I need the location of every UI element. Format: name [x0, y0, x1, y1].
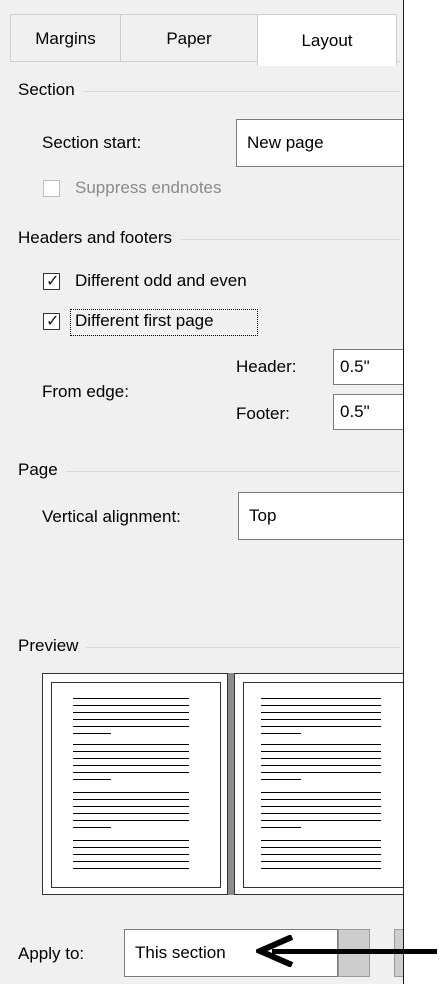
preview-line	[261, 847, 381, 848]
preview-line	[261, 772, 381, 773]
vertical-alignment-value: Top	[249, 506, 277, 525]
preview-line	[261, 813, 381, 814]
section-group-heading: Section	[18, 80, 400, 100]
preview-page-right	[234, 673, 403, 895]
page-divider	[65, 470, 400, 472]
headers-footers-heading: Headers and footers	[18, 228, 173, 247]
preview-line	[73, 719, 189, 720]
checkmark-icon: ✓	[46, 313, 60, 330]
footer-distance-value: 0.5"	[340, 402, 370, 421]
section-start-label: Section start:	[42, 133, 142, 152]
preview-line	[261, 758, 381, 759]
tab-margins[interactable]: Margins	[10, 14, 120, 62]
tab-layout[interactable]: Layout	[257, 14, 397, 66]
header-distance-value: 0.5"	[340, 357, 370, 376]
section-divider	[82, 90, 400, 92]
preview-line	[73, 751, 189, 752]
headers-footers-group-heading: Headers and footers	[18, 228, 400, 248]
preview-divider	[86, 646, 400, 648]
preview-line	[73, 840, 189, 841]
suppress-endnotes-label: Suppress endnotes	[75, 178, 222, 197]
preview-line	[261, 698, 381, 699]
preview-line	[261, 820, 381, 821]
preview-line	[261, 827, 301, 828]
preview-line	[261, 751, 381, 752]
footer-label: Footer:	[236, 404, 290, 423]
different-odd-even-label: Different odd and even	[75, 271, 247, 290]
preview-line	[73, 854, 189, 855]
different-first-page-checkbox[interactable]: ✓	[43, 313, 60, 330]
preview-line	[73, 792, 189, 793]
preview-line	[261, 733, 301, 734]
page-setup-dialog: Margins Paper Layout Section Section sta…	[0, 0, 404, 984]
annotation-arrow-head-icon	[256, 935, 294, 967]
vertical-alignment-select[interactable]: Top	[238, 492, 403, 540]
tab-margins-label: Margins	[35, 28, 96, 48]
suppress-endnotes-checkbox[interactable]	[43, 180, 60, 197]
page-heading: Page	[18, 460, 58, 479]
annotation-arrow-shaft	[272, 949, 437, 954]
headers-footers-divider	[180, 238, 400, 240]
preview-line	[73, 813, 189, 814]
preview-line	[261, 726, 381, 727]
preview-line	[261, 799, 381, 800]
preview-line	[261, 765, 381, 766]
header-label: Header:	[236, 357, 297, 376]
preview-heading: Preview	[18, 636, 79, 655]
apply-to-value: This section	[135, 943, 226, 962]
preview-line	[73, 868, 189, 869]
preview-line	[261, 854, 381, 855]
preview-line	[261, 861, 381, 862]
preview-line	[261, 840, 381, 841]
checkmark-icon: ✓	[46, 273, 60, 290]
preview-line	[73, 733, 111, 734]
header-distance-input[interactable]: 0.5"	[333, 349, 403, 385]
preview-page-left	[42, 673, 228, 895]
vertical-alignment-label: Vertical alignment:	[42, 507, 181, 526]
preview-line	[261, 705, 381, 706]
section-heading: Section	[18, 80, 75, 99]
preview-line	[73, 820, 189, 821]
apply-to-label: Apply to:	[18, 944, 85, 963]
preview-line	[261, 712, 381, 713]
section-start-select[interactable]: New page	[236, 119, 403, 167]
preview-line	[261, 719, 381, 720]
different-odd-even-checkbox[interactable]: ✓	[43, 273, 60, 290]
tab-paper[interactable]: Paper	[120, 14, 257, 62]
preview-line	[73, 705, 189, 706]
footer-distance-input[interactable]: 0.5"	[333, 394, 403, 430]
tab-paper-label: Paper	[166, 28, 212, 48]
preview-line	[73, 861, 189, 862]
preview-line	[73, 779, 111, 780]
tab-layout-label: Layout	[301, 30, 353, 50]
preview-line	[261, 792, 381, 793]
preview-line	[261, 806, 381, 807]
preview-line	[73, 758, 189, 759]
preview-line	[73, 827, 111, 828]
preview-line	[73, 726, 189, 727]
preview-line	[73, 712, 189, 713]
section-start-value: New page	[247, 133, 324, 152]
preview-line	[261, 744, 381, 745]
page-group-heading: Page	[18, 460, 400, 480]
preview-line	[73, 799, 189, 800]
preview-line	[73, 847, 189, 848]
preview-line	[261, 779, 301, 780]
preview-line	[73, 698, 189, 699]
preview-group-heading: Preview	[18, 636, 400, 656]
preview-line	[73, 765, 189, 766]
different-first-page-label: Different first page	[75, 311, 214, 330]
preview-line	[261, 868, 381, 869]
from-edge-label: From edge:	[42, 382, 129, 401]
preview-line	[73, 772, 189, 773]
preview-line	[73, 806, 189, 807]
preview-line	[73, 744, 189, 745]
